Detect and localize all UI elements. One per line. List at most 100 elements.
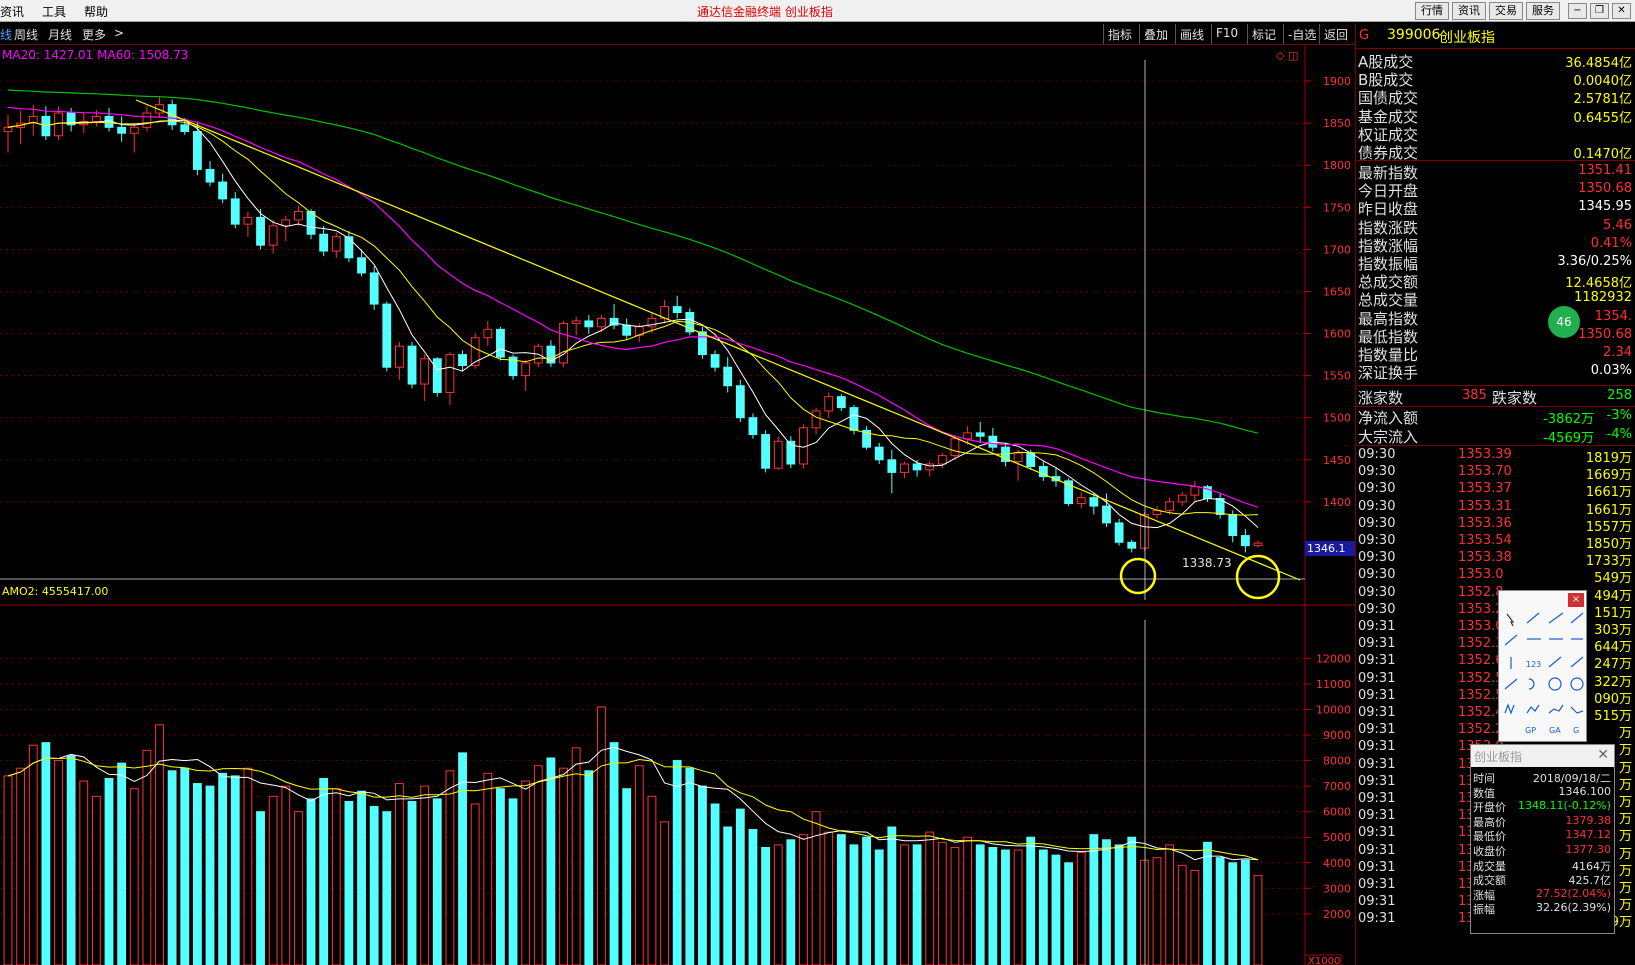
info-row: 时间 2018/09/18/二 bbox=[1473, 770, 1613, 785]
tab-day[interactable]: 线 bbox=[0, 26, 12, 43]
tick-price: 1353.0 bbox=[1458, 619, 1504, 634]
drawing-tools[interactable]: 123 GP GA G bbox=[1499, 591, 1588, 743]
candle bbox=[1228, 514, 1238, 537]
volume-bar bbox=[900, 844, 909, 965]
candle bbox=[597, 317, 606, 328]
tool-draw[interactable]: 画线 bbox=[1175, 24, 1208, 44]
tick-price: 1353.38 bbox=[1458, 550, 1512, 566]
tab-month[interactable]: 月线 bbox=[48, 26, 72, 43]
quote-value: 1345.95 bbox=[1578, 199, 1632, 215]
minimize-icon[interactable]: − bbox=[1568, 3, 1587, 19]
tool-mark[interactable]: 标记 bbox=[1247, 24, 1280, 44]
tick-volume: 090万 bbox=[1594, 691, 1632, 707]
volume-tick: 11000 bbox=[1316, 678, 1351, 691]
volume-bar bbox=[988, 846, 998, 965]
close-icon[interactable]: ✕ bbox=[1612, 3, 1631, 19]
volume-bar bbox=[1013, 849, 1023, 965]
kline-chart[interactable]: MA20: 1427.01 MA60: 1508.73 ◇ ◫ 1338.73 … bbox=[0, 45, 1355, 965]
tool-back[interactable]: 返回 bbox=[1319, 24, 1355, 44]
volume-bar bbox=[268, 795, 278, 965]
tick-volume: 549万 bbox=[1594, 571, 1632, 587]
tick-time: 09:30 bbox=[1358, 464, 1396, 480]
info-title: 创业板指 ✕ bbox=[1471, 745, 1614, 767]
float-badge[interactable]: 46 bbox=[1548, 306, 1580, 338]
quote-value: 36.4854亿 bbox=[1565, 56, 1632, 71]
menu-tools[interactable]: 工具 bbox=[42, 3, 66, 20]
info-value: 1377.30 bbox=[1565, 843, 1612, 856]
volume-bar bbox=[91, 795, 101, 965]
quote-row: 基金成交 0.6455亿 bbox=[1358, 106, 1634, 126]
close-icon[interactable]: ✕ bbox=[1597, 747, 1609, 763]
volume-bar bbox=[571, 747, 581, 965]
tab-more[interactable]: 更多 bbox=[82, 26, 106, 43]
candle bbox=[407, 345, 417, 385]
candle bbox=[521, 362, 531, 377]
tick-time: 09:31 bbox=[1358, 825, 1396, 841]
price-tick: 1750 bbox=[1323, 201, 1351, 214]
tool-watchlist[interactable]: -自选 bbox=[1283, 24, 1320, 44]
candle bbox=[281, 219, 291, 227]
volume-bar bbox=[1127, 836, 1137, 965]
candle bbox=[1190, 486, 1200, 496]
volume-bar bbox=[496, 788, 505, 965]
news-button[interactable]: 资讯 bbox=[1452, 2, 1486, 20]
volume-tick: 7000 bbox=[1323, 780, 1351, 793]
flow-pct: -4% bbox=[1606, 427, 1632, 442]
candle bbox=[900, 463, 909, 473]
trade-button[interactable]: 交易 bbox=[1489, 2, 1523, 20]
cursor-info-box[interactable]: 创业板指 ✕ 时间 2018/09/18/二 数值 1346.100 开盘价 1348.11… bbox=[1470, 744, 1615, 934]
candle bbox=[445, 354, 455, 393]
info-key: 成交额 bbox=[1473, 874, 1506, 888]
drawing-palette[interactable]: × 123 GP GA G bbox=[1498, 590, 1587, 742]
tick-volume: 万 bbox=[1618, 863, 1632, 879]
ma-label: MA20: 1427.01 MA60: 1508.73 bbox=[2, 48, 188, 62]
volume-tick: 9000 bbox=[1323, 729, 1351, 742]
service-button[interactable]: 服务 bbox=[1526, 2, 1560, 20]
candle bbox=[382, 303, 392, 368]
volume-bar bbox=[1064, 862, 1074, 965]
tick-row: 09:30 1353.0 549万 bbox=[1358, 567, 1634, 587]
tick-row: 09:30 1353.31 1661万 bbox=[1358, 498, 1634, 518]
quote-value: 1350.68 bbox=[1578, 181, 1632, 197]
candle bbox=[1089, 497, 1099, 507]
trend-line[interactable] bbox=[135, 99, 1301, 581]
tick-price: 1353.31 bbox=[1458, 498, 1512, 514]
volume-bar bbox=[306, 798, 316, 965]
market-button[interactable]: 行情 bbox=[1415, 2, 1449, 20]
restore-icon[interactable]: ❐ bbox=[1590, 3, 1609, 19]
info-key: 数值 bbox=[1473, 786, 1495, 800]
menu-info[interactable]: 资讯 bbox=[0, 3, 24, 20]
volume-bar bbox=[483, 772, 493, 965]
tick-time: 09:31 bbox=[1358, 877, 1396, 892]
volume-bar bbox=[218, 772, 228, 965]
quote-value: 0.0040亿 bbox=[1573, 74, 1633, 90]
volume-bar bbox=[41, 742, 51, 965]
tab-week[interactable]: 周线 bbox=[14, 26, 38, 43]
volume-bar bbox=[672, 760, 682, 965]
tick-row: 09:30 1353.54 1850万 bbox=[1358, 533, 1634, 552]
tick-price: 1352.5 bbox=[1458, 670, 1504, 686]
menu-help[interactable]: 帮助 bbox=[84, 3, 108, 20]
volume-bar bbox=[950, 846, 960, 965]
quote-row: 昨日收盘 1345.95 bbox=[1358, 198, 1634, 218]
tick-row: 09:31 1352.6 247万 bbox=[1358, 653, 1634, 672]
volume-bar bbox=[1038, 849, 1048, 965]
volume-tick: 3000 bbox=[1323, 882, 1351, 895]
tool-overlay[interactable]: 叠加 bbox=[1139, 24, 1172, 44]
candle bbox=[420, 358, 430, 385]
volume-bar bbox=[1152, 857, 1162, 965]
chevron-right-icon[interactable]: > bbox=[114, 26, 124, 40]
period-toolbar: 线 周线 月线 更多 > 指标 叠加 画线 F10 标记 -自选 返回 bbox=[0, 23, 1355, 45]
svg-text:GA: GA bbox=[1549, 726, 1561, 735]
tool-f10[interactable]: F10 bbox=[1211, 24, 1242, 44]
volume-bar bbox=[458, 752, 467, 965]
price-tick: 1900 bbox=[1323, 75, 1351, 88]
info-row: 成交量 4164万 bbox=[1473, 858, 1613, 873]
volume-bar bbox=[243, 767, 253, 965]
tool-indicator[interactable]: 指标 bbox=[1103, 24, 1136, 44]
volume-bar bbox=[1190, 869, 1200, 965]
tick-time: 09:30 bbox=[1358, 584, 1396, 600]
volume-bar bbox=[1102, 839, 1111, 965]
tick-price: 1353.70 bbox=[1458, 464, 1512, 480]
info-value: 4164万 bbox=[1572, 859, 1611, 873]
